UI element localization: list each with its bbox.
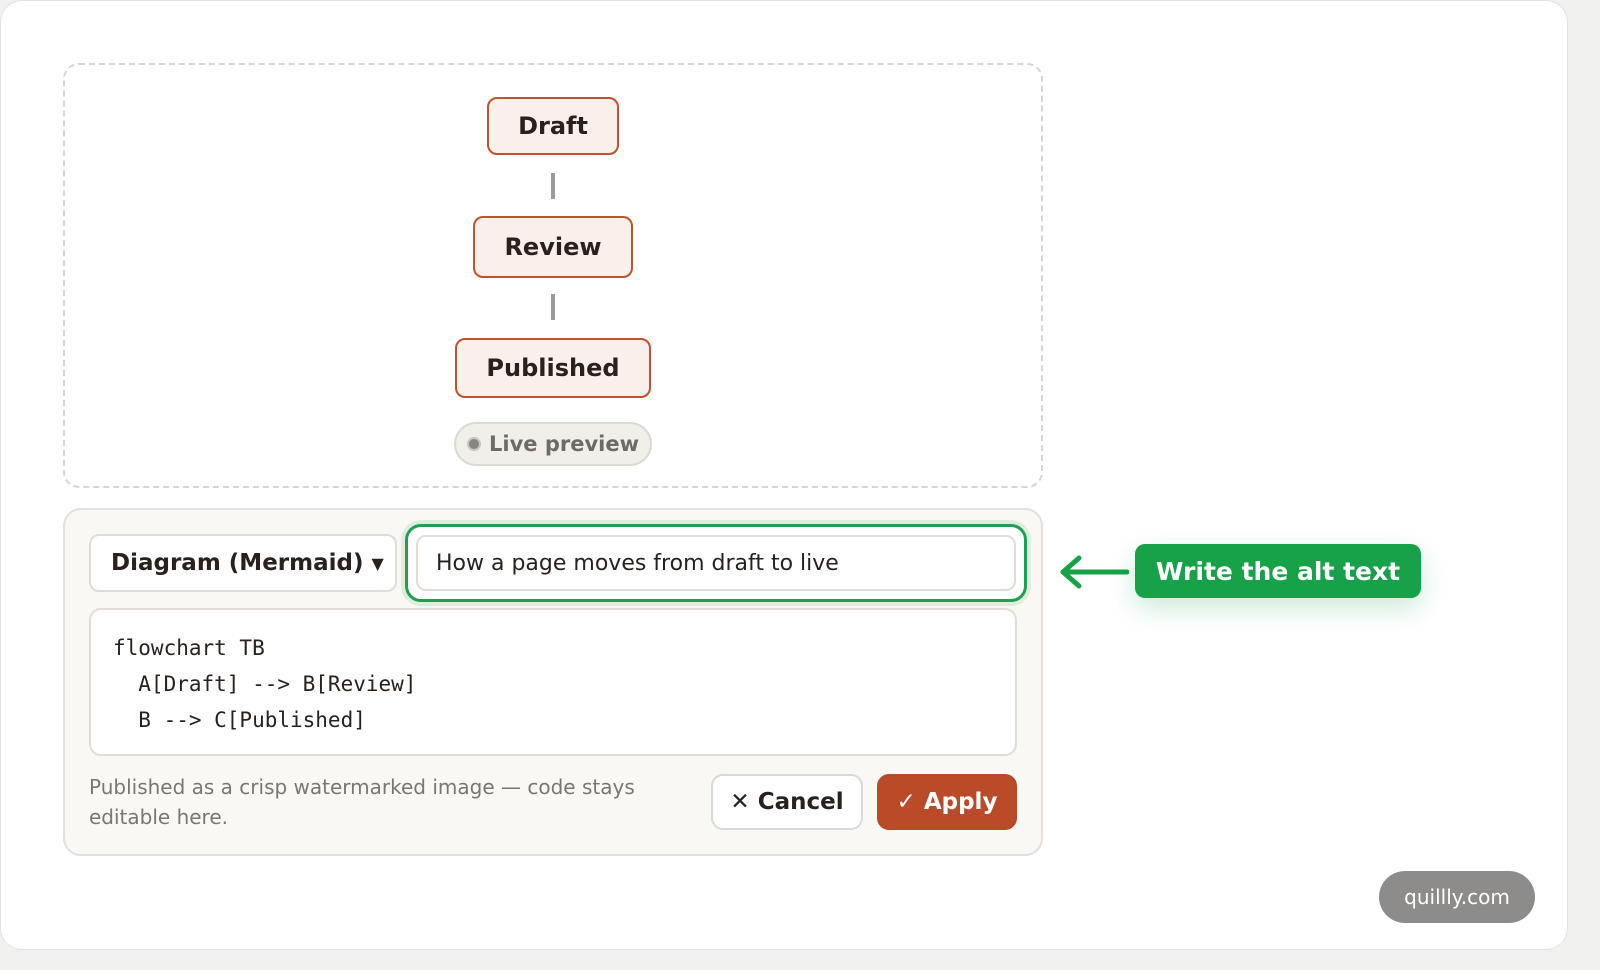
diagram-type-label: Diagram (Mermaid) bbox=[111, 550, 364, 576]
site-watermark: quillly.com bbox=[1379, 871, 1535, 923]
diagram-preview: Draft Review Published Live preview bbox=[63, 63, 1043, 488]
alt-text-highlight bbox=[405, 524, 1027, 602]
close-icon: ✕ bbox=[730, 789, 750, 815]
diagram-node-published: Published bbox=[455, 338, 651, 398]
arrow-left-icon bbox=[1060, 555, 1129, 589]
publish-hint: Published as a crisp watermarked image —… bbox=[89, 775, 635, 829]
cancel-label: Cancel bbox=[757, 789, 844, 815]
apply-button[interactable]: ✓ Apply bbox=[877, 774, 1017, 830]
live-preview-badge: Live preview bbox=[454, 422, 652, 466]
live-dot-icon bbox=[467, 437, 481, 451]
diagram-node-review: Review bbox=[473, 216, 633, 278]
alt-text-callout: Write the alt text bbox=[1135, 544, 1421, 598]
code-line: A[Draft] --> B[Review] bbox=[113, 672, 417, 696]
diagram-edge bbox=[551, 173, 555, 199]
code-line: flowchart TB bbox=[113, 636, 265, 660]
app-frame: Draft Review Published Live preview Diag… bbox=[0, 0, 1568, 950]
cancel-button[interactable]: ✕ Cancel bbox=[711, 774, 863, 830]
diagram-edge bbox=[551, 294, 555, 320]
mermaid-code-editor[interactable]: flowchart TB A[Draft] --> B[Review] B --… bbox=[89, 608, 1017, 756]
diagram-editor-panel: Diagram (Mermaid) ▼ flowchart TB A[Draft… bbox=[63, 508, 1043, 856]
live-preview-label: Live preview bbox=[489, 432, 639, 456]
apply-label: Apply bbox=[923, 789, 998, 815]
code-line: B --> C[Published] bbox=[113, 708, 366, 732]
alt-text-input[interactable] bbox=[416, 535, 1016, 591]
check-icon: ✓ bbox=[896, 789, 916, 815]
diagram-node-draft: Draft bbox=[487, 97, 619, 155]
caret-down-icon: ▼ bbox=[371, 553, 384, 573]
diagram-type-select[interactable]: Diagram (Mermaid) ▼ bbox=[89, 534, 397, 592]
callout-text: Write the alt text bbox=[1155, 556, 1401, 586]
